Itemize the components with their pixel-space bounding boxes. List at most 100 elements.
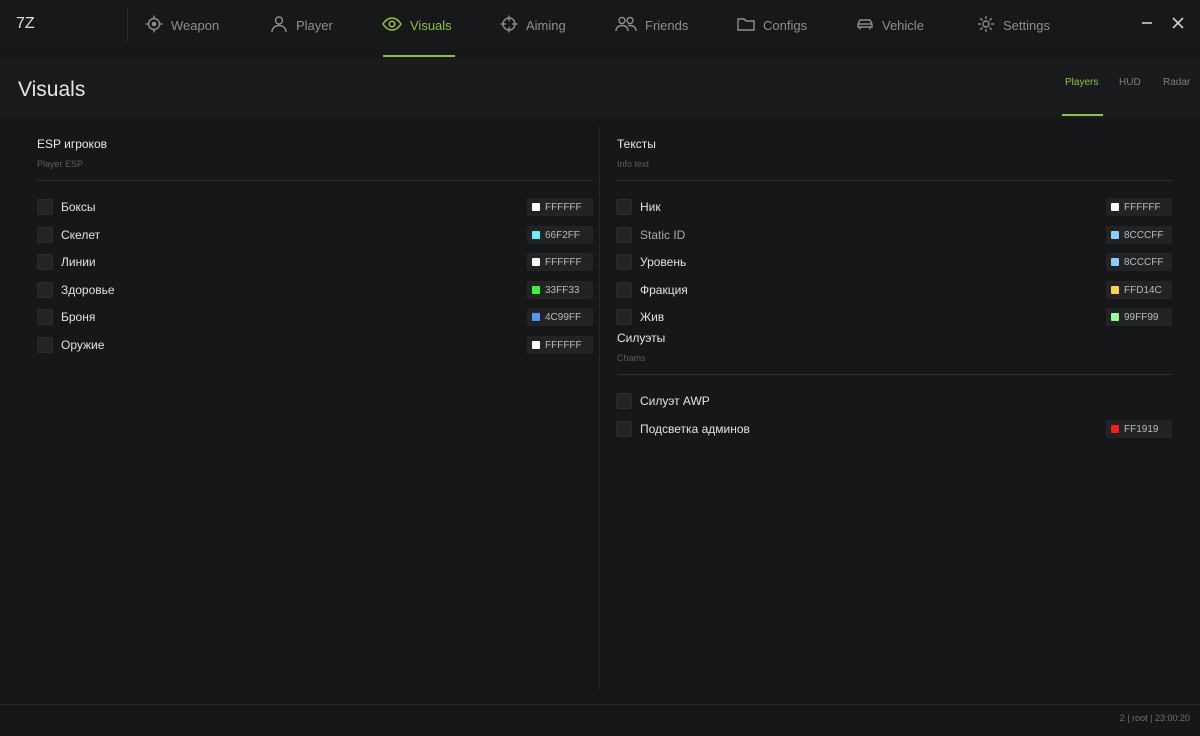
- page-header: Visuals Players HUD Radar: [0, 58, 1200, 118]
- tab-aiming[interactable]: Aiming: [500, 0, 566, 50]
- color-value: FFFFFF: [545, 201, 582, 213]
- eye-icon: [382, 15, 402, 36]
- section-subtitle-player-esp: Player ESP: [37, 159, 84, 169]
- option-label-alive: Жив: [640, 310, 665, 324]
- color-swatch: [532, 231, 540, 239]
- close-icon: [1172, 17, 1184, 29]
- option-row-boxes: Боксы: [37, 197, 96, 217]
- color-value: 8CCCFF: [1124, 229, 1164, 241]
- tab-visuals[interactable]: Visuals: [382, 0, 452, 50]
- tab-player[interactable]: Player: [270, 0, 333, 50]
- option-row-level: Уровень: [616, 252, 686, 272]
- tab-weapon[interactable]: Weapon: [145, 0, 219, 50]
- section-title-player-esp: ESP игроков: [37, 137, 107, 151]
- crosshair-icon: [145, 15, 163, 36]
- option-label-admin-highlight: Подсветка админов: [640, 422, 750, 436]
- color-value: 99FF99: [1124, 311, 1159, 323]
- color-picker-skeleton[interactable]: 66F2FF: [527, 226, 593, 244]
- color-value: FFFFFF: [545, 339, 582, 351]
- checkbox-alive[interactable]: [616, 309, 632, 325]
- tab-settings-label: Settings: [1003, 17, 1050, 33]
- minimize-icon: [1142, 22, 1152, 24]
- color-value: FFFFFF: [545, 256, 582, 268]
- checkbox-static-id[interactable]: [616, 227, 632, 243]
- checkbox-skeleton[interactable]: [37, 227, 53, 243]
- option-label-nick: Ник: [640, 200, 661, 214]
- checkbox-lines[interactable]: [37, 254, 53, 270]
- color-swatch: [1111, 258, 1119, 266]
- color-picker-armor[interactable]: 4C99FF: [527, 308, 593, 326]
- user-icon: [270, 15, 288, 36]
- option-row-weapon: Оружие: [37, 335, 104, 355]
- color-picker-alive[interactable]: 99FF99: [1106, 308, 1172, 326]
- tab-visuals-label: Visuals: [410, 17, 452, 33]
- subtab-players[interactable]: Players: [1065, 77, 1098, 88]
- color-picker-static-id[interactable]: 8CCCFF: [1106, 226, 1172, 244]
- tab-friends[interactable]: Friends: [615, 0, 688, 50]
- option-row-alive: Жив: [616, 307, 664, 327]
- subtab-hud[interactable]: HUD: [1119, 77, 1141, 88]
- checkbox-admin-highlight[interactable]: [616, 421, 632, 437]
- color-swatch: [532, 341, 540, 349]
- color-swatch: [1111, 425, 1119, 433]
- active-subtab-indicator: [1062, 114, 1103, 116]
- option-row-faction: Фракция: [616, 280, 688, 300]
- tab-configs[interactable]: Configs: [737, 0, 807, 50]
- option-label-level: Уровень: [640, 255, 687, 269]
- option-row-health: Здоровье: [37, 280, 115, 300]
- color-value: FFFFFF: [1124, 201, 1161, 213]
- option-row-admin-highlight: Подсветка админов: [616, 419, 750, 439]
- checkbox-level[interactable]: [616, 254, 632, 270]
- option-row-static-id: Static ID: [616, 225, 685, 245]
- color-picker-faction[interactable]: FFD14C: [1106, 281, 1172, 299]
- tab-settings[interactable]: Settings: [977, 0, 1050, 50]
- color-picker-nick[interactable]: FFFFFF: [1106, 198, 1172, 216]
- option-label-health: Здоровье: [61, 283, 115, 297]
- close-button[interactable]: [1169, 14, 1187, 32]
- color-value: FF1919: [1124, 423, 1159, 435]
- color-swatch: [1111, 286, 1119, 294]
- status-bar: 2 | root | 23:00:20: [1119, 713, 1190, 723]
- minimize-button[interactable]: [1138, 14, 1156, 32]
- option-label-boxes: Боксы: [61, 200, 96, 214]
- color-picker-boxes[interactable]: FFFFFF: [527, 198, 593, 216]
- option-label-awp-chams: Силуэт AWP: [640, 394, 710, 408]
- option-row-armor: Броня: [37, 307, 95, 327]
- checkbox-nick[interactable]: [616, 199, 632, 215]
- color-value: 66F2FF: [545, 229, 581, 241]
- option-label-weapon: Оружие: [61, 338, 105, 352]
- section-divider: [37, 180, 593, 181]
- tab-vehicle[interactable]: Vehicle: [856, 0, 924, 50]
- color-swatch: [532, 286, 540, 294]
- checkbox-armor[interactable]: [37, 309, 53, 325]
- color-swatch: [1111, 231, 1119, 239]
- page-title: Visuals: [18, 78, 86, 101]
- checkbox-boxes[interactable]: [37, 199, 53, 215]
- section-title-info-text: Тексты: [617, 137, 656, 151]
- tab-vehicle-label: Vehicle: [882, 17, 924, 33]
- color-value: FFD14C: [1124, 284, 1162, 296]
- topbar-divider: [127, 8, 128, 42]
- color-picker-level[interactable]: 8CCCFF: [1106, 253, 1172, 271]
- color-picker-admin-highlight[interactable]: FF1919: [1106, 420, 1172, 438]
- tab-configs-label: Configs: [763, 17, 808, 33]
- option-label-armor: Броня: [61, 310, 96, 324]
- tab-player-label: Player: [296, 17, 333, 33]
- color-swatch: [1111, 203, 1119, 211]
- color-picker-lines[interactable]: FFFFFF: [527, 253, 593, 271]
- subtab-radar[interactable]: Radar: [1163, 77, 1190, 88]
- checkbox-awp-chams[interactable]: [616, 393, 632, 409]
- folder-icon: [737, 15, 755, 36]
- checkbox-health[interactable]: [37, 282, 53, 298]
- option-label-skeleton: Скелет: [61, 228, 101, 242]
- checkbox-weapon[interactable]: [37, 337, 53, 353]
- target-icon: [500, 15, 518, 36]
- section-subtitle-info-text: Info text: [617, 159, 650, 169]
- color-value: 8CCCFF: [1124, 256, 1164, 268]
- tab-weapon-label: Weapon: [171, 17, 220, 33]
- section-divider: [617, 180, 1172, 181]
- color-picker-health[interactable]: 33FF33: [527, 281, 593, 299]
- app-logo: 7Z: [16, 15, 35, 32]
- checkbox-faction[interactable]: [616, 282, 632, 298]
- color-picker-weapon[interactable]: FFFFFF: [527, 336, 593, 354]
